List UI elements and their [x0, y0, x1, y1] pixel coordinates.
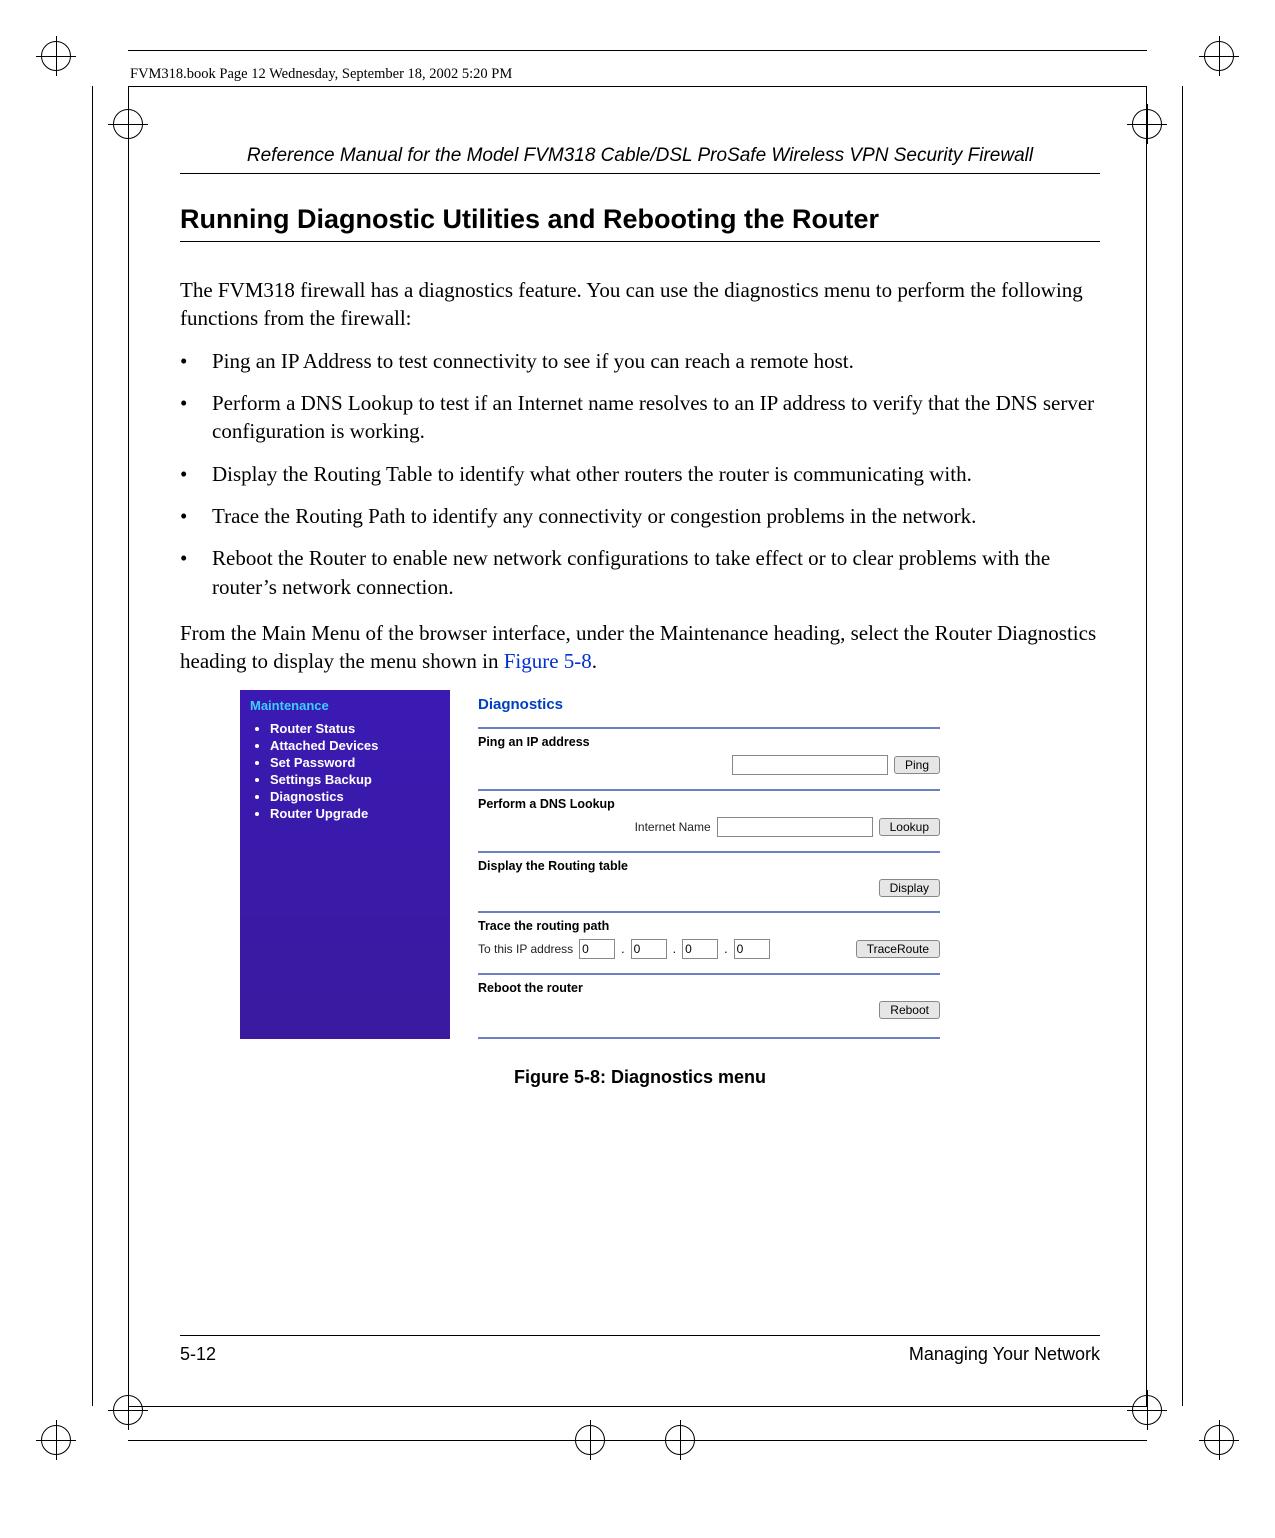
list-item: •Ping an IP Address to test connectivity… — [180, 347, 1100, 375]
running-head: Reference Manual for the Model FVM318 Ca… — [180, 145, 1100, 167]
figure-screenshot: Maintenance Router Status Attached Devic… — [240, 690, 940, 1039]
frame-rule — [92, 86, 93, 1406]
section-rule — [180, 241, 1100, 242]
section-title: Running Diagnostic Utilities and Rebooti… — [180, 204, 1100, 235]
trace-ip-1[interactable] — [579, 939, 615, 959]
route-title: Display the Routing table — [478, 859, 940, 873]
reboot-title: Reboot the router — [478, 981, 940, 995]
list-item-text: Ping an IP Address to test connectivity … — [212, 347, 854, 375]
frame-rule — [128, 1440, 1147, 1441]
header-rule — [180, 173, 1100, 174]
ping-input[interactable] — [732, 755, 888, 775]
sidebar-item-diagnostics[interactable]: Diagnostics — [270, 789, 440, 804]
list-item: •Perform a DNS Lookup to test if an Inte… — [180, 389, 1100, 446]
trace-title: Trace the routing path — [478, 919, 940, 933]
dns-input[interactable] — [717, 817, 873, 837]
list-item-text: Trace the Routing Path to identify any c… — [212, 502, 976, 530]
lookup-button[interactable]: Lookup — [879, 818, 940, 836]
panel-title: Diagnostics — [478, 696, 940, 713]
sidebar-item-settings-backup[interactable]: Settings Backup — [270, 772, 440, 787]
ping-button[interactable]: Ping — [894, 756, 940, 774]
reg-mark — [1199, 1420, 1239, 1460]
reg-mark — [1127, 104, 1167, 144]
reboot-button[interactable]: Reboot — [879, 1001, 940, 1019]
feature-list: •Ping an IP Address to test connectivity… — [180, 347, 1100, 601]
intro-paragraph: The FVM318 firewall has a diagnostics fe… — [180, 276, 1100, 333]
sidebar-item-set-password[interactable]: Set Password — [270, 755, 440, 770]
list-item-text: Reboot the Router to enable new network … — [212, 544, 1100, 601]
page-footer: 5-12 Managing Your Network — [180, 1335, 1100, 1365]
list-item: •Reboot the Router to enable new network… — [180, 544, 1100, 601]
sidebar: Maintenance Router Status Attached Devic… — [240, 690, 450, 1039]
reg-mark — [36, 36, 76, 76]
chapter-title: Managing Your Network — [909, 1344, 1100, 1365]
traceroute-button[interactable]: TraceRoute — [856, 940, 940, 958]
frame-rule — [1182, 86, 1183, 1406]
dns-label: Internet Name — [635, 820, 711, 834]
display-button[interactable]: Display — [879, 879, 940, 897]
figure-link[interactable]: Figure 5-8 — [504, 649, 592, 673]
frame-rule — [1146, 86, 1147, 1406]
sidebar-item-attached-devices[interactable]: Attached Devices — [270, 738, 440, 753]
page-number: 5-12 — [180, 1344, 216, 1365]
reg-mark — [36, 1420, 76, 1460]
list-item: •Display the Routing Table to identify w… — [180, 460, 1100, 488]
diagnostics-panel: Diagnostics Ping an IP address Ping Perf… — [450, 690, 940, 1039]
trace-ip-2[interactable] — [631, 939, 667, 959]
sidebar-item-router-upgrade[interactable]: Router Upgrade — [270, 806, 440, 821]
list-item: •Trace the Routing Path to identify any … — [180, 502, 1100, 530]
ping-title: Ping an IP address — [478, 735, 940, 749]
sidebar-item-router-status[interactable]: Router Status — [270, 721, 440, 736]
frame-rule — [128, 86, 129, 1406]
trace-ip-3[interactable] — [682, 939, 718, 959]
list-item-text: Perform a DNS Lookup to test if an Inter… — [212, 389, 1100, 446]
dns-title: Perform a DNS Lookup — [478, 797, 940, 811]
figure-caption: Figure 5-8: Diagnostics menu — [180, 1067, 1100, 1088]
frame-rule — [128, 50, 1147, 51]
reg-mark — [1127, 1390, 1167, 1430]
reg-mark — [1199, 36, 1239, 76]
trace-ip-4[interactable] — [734, 939, 770, 959]
list-item-text: Display the Routing Table to identify wh… — [212, 460, 972, 488]
frame-rule — [128, 86, 1147, 87]
page-meta: FVM318.book Page 12 Wednesday, September… — [130, 66, 512, 83]
trace-label: To this IP address — [478, 942, 573, 956]
sidebar-heading: Maintenance — [250, 698, 440, 713]
frame-rule — [128, 1406, 1147, 1407]
lead-out-paragraph: From the Main Menu of the browser interf… — [180, 619, 1100, 676]
